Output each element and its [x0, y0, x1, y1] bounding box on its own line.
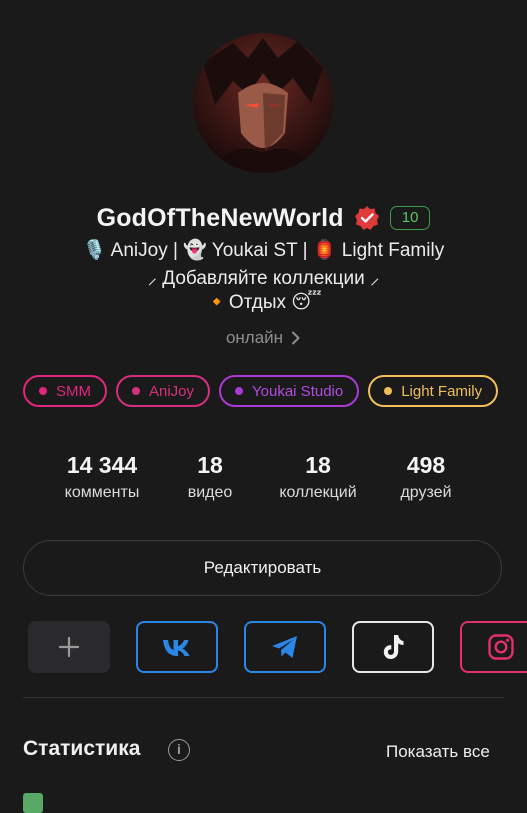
- online-status[interactable]: онлайн: [0, 328, 527, 348]
- vk-button[interactable]: [136, 621, 218, 673]
- tiktok-icon: [383, 635, 404, 659]
- tiktok-button[interactable]: [352, 621, 434, 673]
- level-badge: 10: [389, 206, 431, 230]
- info-icon[interactable]: i: [168, 739, 190, 761]
- tag-youkai-studio[interactable]: Youkai Studio: [219, 375, 360, 407]
- stat-value: 14 344: [66, 452, 138, 478]
- tag-dot: [235, 387, 244, 395]
- tag-label: Youkai Studio: [252, 382, 344, 400]
- avatar[interactable]: [193, 33, 333, 173]
- stat-label: коллекций: [279, 484, 357, 501]
- tag-label: Light Family: [401, 382, 483, 400]
- stat-comments[interactable]: 14 344 комменты: [50, 450, 154, 502]
- instagram-button[interactable]: [460, 621, 527, 673]
- bio-line-1: 🎙️ AniJoy | 👻 Youkai ST | 🏮 Light Family: [82, 240, 445, 261]
- stat-value: 498: [406, 452, 446, 478]
- statistics-title: Статистика: [23, 737, 141, 760]
- vk-icon: [163, 640, 190, 656]
- instagram-icon: [488, 634, 514, 660]
- tag-anijoy[interactable]: AniJoy: [116, 375, 211, 407]
- avatar-image: [193, 33, 333, 173]
- tag-dot: [39, 387, 47, 395]
- edit-profile-button[interactable]: Редактировать: [23, 540, 502, 596]
- tags-row[interactable]: SMM AniJoy Youkai Studio Light Family: [23, 375, 504, 411]
- divider: [23, 697, 504, 698]
- tag-dot: [384, 387, 393, 395]
- verified-badge-icon: [354, 206, 379, 230]
- tag-dot: [132, 387, 140, 395]
- add-social-button[interactable]: [28, 621, 110, 673]
- tag-smm[interactable]: SMM: [23, 375, 107, 407]
- stat-legend-marker: [23, 793, 43, 813]
- username: GodOfTheNewWorld: [96, 203, 344, 232]
- show-all-link[interactable]: Показать все: [386, 742, 490, 762]
- stat-friends[interactable]: 498 друзей: [380, 450, 472, 502]
- stat-collections[interactable]: 18 коллекций: [266, 450, 370, 502]
- chevron-right-icon: [292, 331, 300, 345]
- plus-icon: [58, 636, 80, 658]
- telegram-icon: [272, 636, 297, 658]
- tag-label: AniJoy: [149, 382, 195, 400]
- online-status-label: онлайн: [225, 328, 284, 347]
- bio-line-3: 🔸Отдых 😴: [205, 292, 322, 313]
- stat-videos[interactable]: 18 видео: [168, 450, 252, 502]
- stat-value: 18: [197, 452, 223, 478]
- stat-label: друзей: [400, 484, 452, 501]
- tag-light-family[interactable]: Light Family: [368, 375, 499, 407]
- telegram-button[interactable]: [244, 621, 326, 673]
- name-row: GodOfTheNewWorld 10: [0, 200, 527, 236]
- bio-line-2: ⸝ Добавляйте коллекции ⸝: [147, 268, 380, 289]
- tag-label: SMM: [56, 382, 91, 400]
- stat-label: комменты: [64, 484, 140, 501]
- stat-value: 18: [305, 452, 331, 478]
- stat-label: видео: [187, 484, 233, 501]
